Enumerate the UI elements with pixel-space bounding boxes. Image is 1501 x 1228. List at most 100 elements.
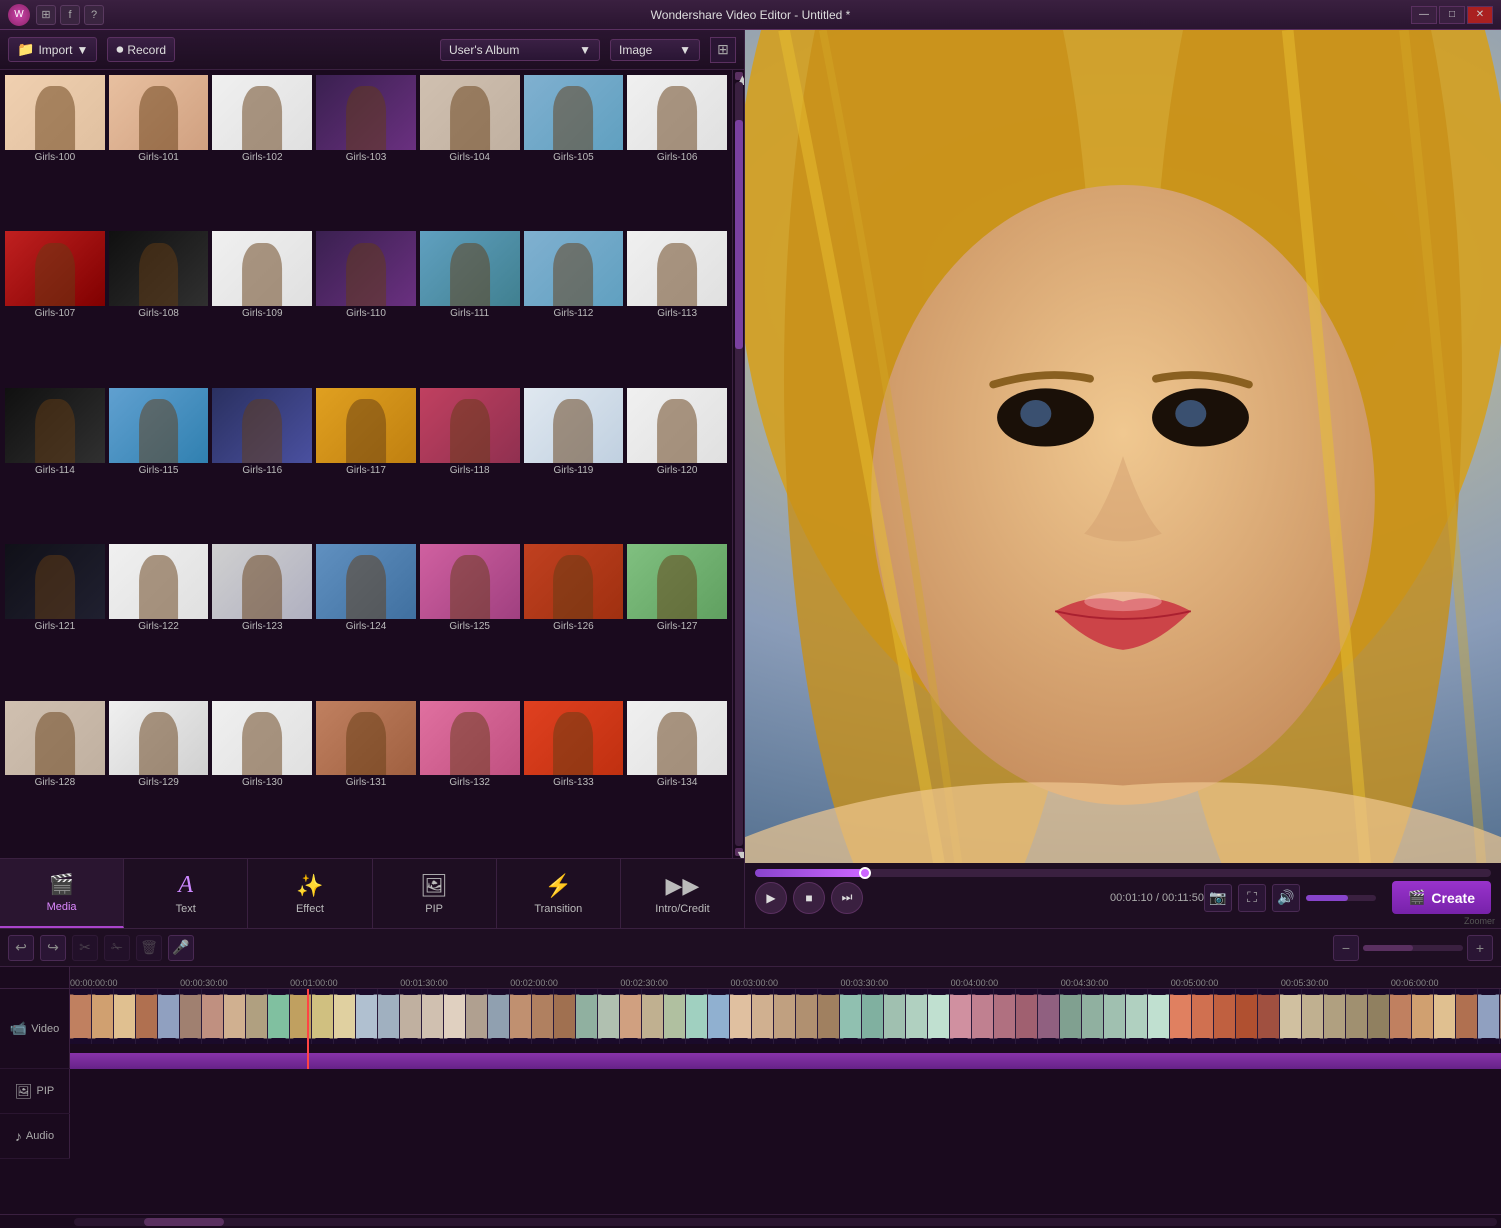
media-item-girls-132[interactable]: Girls-132 (419, 700, 521, 854)
vertical-scrollbar[interactable]: ▲ ▼ (732, 70, 744, 858)
help-icon[interactable]: ? (84, 5, 104, 25)
media-item-girls-106[interactable]: Girls-106 (626, 74, 728, 228)
media-item-girls-116[interactable]: Girls-116 (211, 387, 313, 541)
volume-icon[interactable]: 🔊 (1272, 884, 1300, 912)
import-button[interactable]: 📁 Import ▼ (8, 37, 97, 62)
create-button[interactable]: 🎬 Create (1392, 881, 1491, 914)
media-item-girls-130[interactable]: Girls-130 (211, 700, 313, 854)
media-label-girls-109: Girls-109 (242, 308, 283, 319)
zoom-in-button[interactable]: + (1467, 935, 1493, 961)
window-controls: — □ ✕ (1411, 6, 1493, 24)
stop-button[interactable]: ■ (793, 882, 825, 914)
record-button[interactable]: ⏺ Record (107, 37, 175, 62)
media-item-girls-102[interactable]: Girls-102 (211, 74, 313, 228)
film-frame-50 (1170, 989, 1192, 1044)
media-item-girls-121[interactable]: Girls-121 (4, 543, 106, 697)
undo-button[interactable]: ↩ (8, 935, 34, 961)
type-dropdown[interactable]: Image ▼ (610, 39, 700, 61)
album-dropdown[interactable]: User's Album ▼ (440, 39, 600, 61)
media-item-girls-107[interactable]: Girls-107 (4, 230, 106, 384)
zoom-out-button[interactable]: − (1333, 935, 1359, 961)
tab-text[interactable]: A Text (124, 859, 248, 928)
redo-button[interactable]: ↪ (40, 935, 66, 961)
voiceover-button[interactable]: 🎤 (168, 935, 194, 961)
tab-effect[interactable]: ✨ Effect (248, 859, 372, 928)
media-item-girls-101[interactable]: Girls-101 (108, 74, 210, 228)
progress-bar[interactable] (755, 869, 1491, 877)
film-frame-45 (1060, 989, 1082, 1044)
film-frame-26 (642, 989, 664, 1044)
horizontal-scrollbar[interactable] (0, 1214, 1501, 1228)
tab-transition[interactable]: ⚡ Transition (497, 859, 621, 928)
delete-button[interactable]: 🗑 (136, 935, 162, 961)
tab-intro-credit[interactable]: ▶▶ Intro/Credit (621, 859, 744, 928)
create-icon: 🎬 (1408, 889, 1425, 906)
media-item-girls-120[interactable]: Girls-120 (626, 387, 728, 541)
media-label-girls-128: Girls-128 (35, 777, 76, 788)
h-scroll-thumb[interactable] (144, 1218, 224, 1226)
zoom-slider[interactable] (1363, 945, 1463, 951)
media-item-girls-117[interactable]: Girls-117 (315, 387, 417, 541)
maximize-button[interactable]: □ (1439, 6, 1465, 24)
film-frame-4 (158, 989, 180, 1044)
media-item-girls-119[interactable]: Girls-119 (523, 387, 625, 541)
media-item-girls-110[interactable]: Girls-110 (315, 230, 417, 384)
effect-tab-icon: ✨ (296, 873, 323, 899)
close-button[interactable]: ✕ (1467, 6, 1493, 24)
screenshot-button[interactable]: 📷 (1204, 884, 1232, 912)
media-item-girls-108[interactable]: Girls-108 (108, 230, 210, 384)
media-item-girls-124[interactable]: Girls-124 (315, 543, 417, 697)
media-toolbar: 📁 Import ▼ ⏺ Record User's Album ▼ Image… (0, 30, 744, 70)
film-frame-10 (290, 989, 312, 1044)
audio-track-content[interactable] (70, 1114, 1501, 1159)
media-item-girls-109[interactable]: Girls-109 (211, 230, 313, 384)
media-item-girls-112[interactable]: Girls-112 (523, 230, 625, 384)
facebook-icon[interactable]: f (60, 5, 80, 25)
media-item-girls-113[interactable]: Girls-113 (626, 230, 728, 384)
tab-pip[interactable]: 🖼 PIP (373, 859, 497, 928)
ruler-mark-4: 00:02:00:00 (510, 978, 558, 988)
scroll-up-arrow[interactable]: ▲ (735, 72, 743, 80)
media-item-girls-133[interactable]: Girls-133 (523, 700, 625, 854)
volume-slider[interactable] (1306, 895, 1376, 901)
media-item-girls-115[interactable]: Girls-115 (108, 387, 210, 541)
media-item-girls-103[interactable]: Girls-103 (315, 74, 417, 228)
windows-icon[interactable]: ⊞ (36, 5, 56, 25)
media-item-girls-134[interactable]: Girls-134 (626, 700, 728, 854)
progress-handle[interactable] (859, 867, 871, 879)
media-item-girls-129[interactable]: Girls-129 (108, 700, 210, 854)
media-item-girls-118[interactable]: Girls-118 (419, 387, 521, 541)
grid-view-toggle[interactable]: ⊞ (710, 37, 736, 63)
cut-button[interactable]: ✂ (72, 935, 98, 961)
media-item-girls-123[interactable]: Girls-123 (211, 543, 313, 697)
ruler-mark-2: 00:01:00:00 (290, 978, 338, 988)
video-track-content[interactable] (70, 989, 1501, 1069)
h-scroll-track[interactable] (74, 1218, 1497, 1226)
media-item-girls-128[interactable]: Girls-128 (4, 700, 106, 854)
media-item-girls-127[interactable]: Girls-127 (626, 543, 728, 697)
minimize-button[interactable]: — (1411, 6, 1437, 24)
media-item-girls-111[interactable]: Girls-111 (419, 230, 521, 384)
next-frame-button[interactable]: ⏭ (831, 882, 863, 914)
media-label-girls-131: Girls-131 (346, 777, 387, 788)
scroll-down-arrow[interactable]: ▼ (735, 848, 743, 856)
media-item-girls-100[interactable]: Girls-100 (4, 74, 106, 228)
film-frame-64 (1478, 989, 1500, 1044)
media-item-girls-104[interactable]: Girls-104 (419, 74, 521, 228)
pip-track-content[interactable] (70, 1069, 1501, 1114)
media-item-girls-122[interactable]: Girls-122 (108, 543, 210, 697)
media-item-girls-105[interactable]: Girls-105 (523, 74, 625, 228)
split-button[interactable]: ✁ (104, 935, 130, 961)
scroll-thumb[interactable] (735, 120, 743, 349)
album-dropdown-value: User's Album (449, 43, 519, 57)
media-item-girls-114[interactable]: Girls-114 (4, 387, 106, 541)
media-item-girls-125[interactable]: Girls-125 (419, 543, 521, 697)
play-button[interactable]: ▶ (755, 882, 787, 914)
tab-media[interactable]: 🎬 Media (0, 859, 124, 928)
scroll-track[interactable] (735, 82, 743, 846)
media-item-girls-126[interactable]: Girls-126 (523, 543, 625, 697)
media-label-girls-129: Girls-129 (138, 777, 179, 788)
fullscreen-button[interactable]: ⛶ (1238, 884, 1266, 912)
media-item-girls-131[interactable]: Girls-131 (315, 700, 417, 854)
media-label-girls-114: Girls-114 (35, 465, 75, 476)
